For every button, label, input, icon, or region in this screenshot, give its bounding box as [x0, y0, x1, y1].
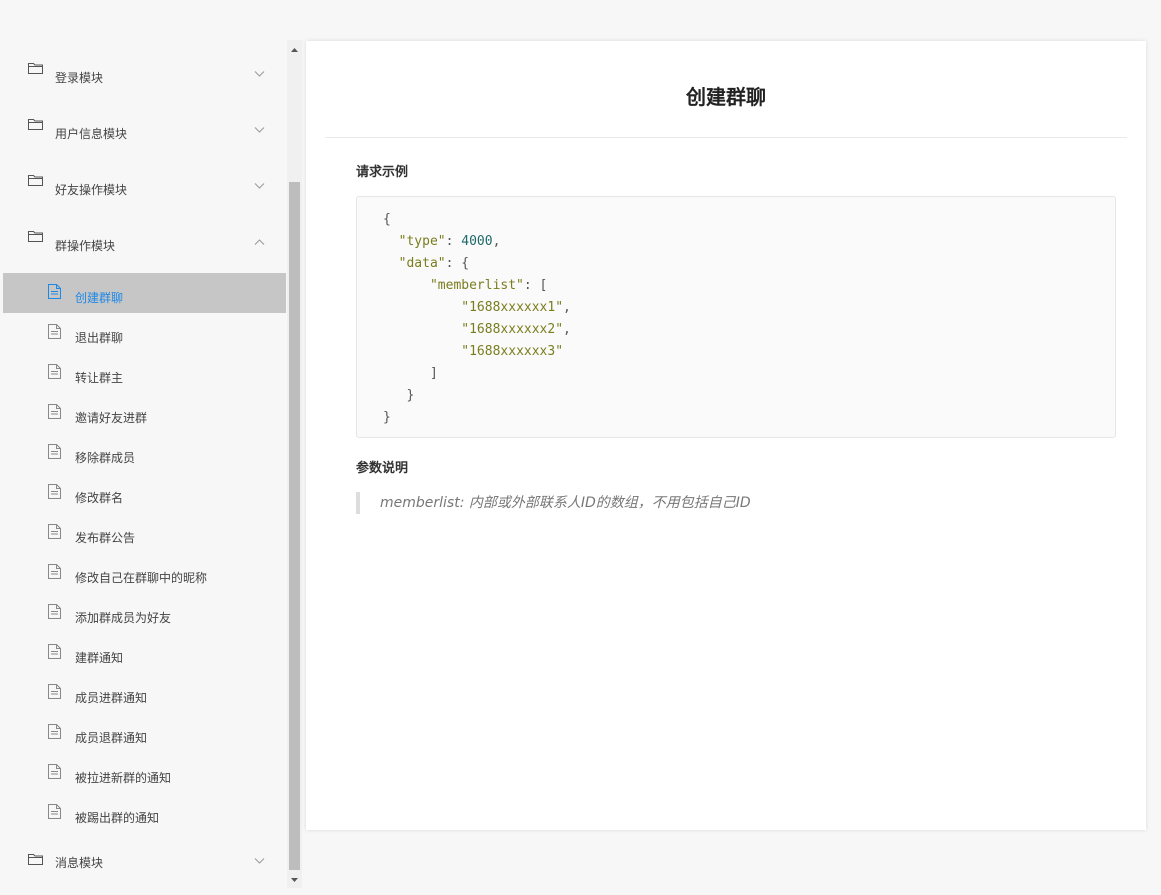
module-user-info[interactable]: 用户信息模块 [0, 96, 286, 152]
code-data-key: "data" [398, 256, 446, 271]
nav-item-create-group[interactable]: 创建群聊 [3, 273, 286, 313]
nav-item-remove-member[interactable]: 移除群成员 [0, 433, 286, 473]
nav-item-label: 成员退群通知 [75, 731, 148, 745]
code-type-key: "type" [398, 234, 446, 249]
document-icon [48, 684, 61, 699]
nav-item-label: 创建群聊 [75, 291, 124, 305]
module-label: 群操作模块 [55, 239, 116, 253]
code-type-value: 4000 [461, 234, 493, 249]
document-icon [48, 764, 61, 779]
code-memberlist-key: "memberlist" [429, 278, 524, 293]
nav-item-label: 建群通知 [75, 651, 124, 665]
chevron-down-icon [254, 183, 265, 189]
nav-item-member-leave-notice[interactable]: 成员退群通知 [0, 713, 286, 753]
nav-item-label: 被拉进新群的通知 [75, 771, 172, 785]
folder-icon [28, 854, 43, 865]
folder-icon [28, 231, 43, 242]
folder-icon [28, 63, 43, 74]
nav-item-label: 转让群主 [75, 371, 124, 385]
scroll-down-arrow-icon[interactable] [287, 872, 302, 888]
nav-item-quit-group[interactable]: 退出群聊 [0, 313, 286, 353]
module-label: 好友操作模块 [55, 183, 128, 197]
content-card: 创建群聊 请求示例 { "type": 4000, "data": { "mem… [306, 41, 1146, 830]
document-icon [48, 524, 61, 539]
document-icon [48, 604, 61, 619]
folder-icon [28, 119, 43, 130]
folder-icon [28, 175, 43, 186]
nav-item-label: 发布群公告 [75, 531, 136, 545]
document-icon [48, 724, 61, 739]
nav-item-post-notice[interactable]: 发布群公告 [0, 513, 286, 553]
code-member-1: "1688xxxxxx1" [461, 300, 564, 315]
nav-item-label: 移除群成员 [75, 451, 136, 465]
document-icon [48, 364, 61, 379]
group-ops-items: 创建群聊 退出群聊 转让群主 邀请好友进群 移除群成员 修改群名 发布群公告 修… [0, 273, 286, 833]
chevron-down-icon [254, 127, 265, 133]
nav-item-member-join-notice[interactable]: 成员进群通知 [0, 673, 286, 713]
module-label: 消息模块 [55, 856, 104, 870]
nav-item-label: 成员进群通知 [75, 691, 148, 705]
nav-item-label: 退出群聊 [75, 331, 124, 345]
nav-item-transfer-owner[interactable]: 转让群主 [0, 353, 286, 393]
divider [325, 137, 1127, 138]
sidebar-scrollbar[interactable] [287, 40, 302, 888]
request-example-heading: 请求示例 [356, 165, 409, 180]
code-member-2: "1688xxxxxx2" [461, 322, 564, 337]
nav-item-label: 邀请好友进群 [75, 411, 148, 425]
document-icon [48, 484, 61, 499]
document-icon [48, 804, 61, 819]
nav-item-group-created-notice[interactable]: 建群通知 [0, 633, 286, 673]
nav-item-label: 添加群成员为好友 [75, 611, 172, 625]
nav-item-pulled-into-group-notice[interactable]: 被拉进新群的通知 [0, 753, 286, 793]
scrollbar-thumb[interactable] [289, 182, 300, 870]
chevron-up-icon [254, 239, 265, 245]
nav-item-label: 修改自己在群聊中的昵称 [75, 571, 208, 585]
chevron-down-icon [254, 858, 265, 864]
sidebar-nav: 登录模块 用户信息模块 好友操作模块 群操作模块 创建群聊 退出群聊 转让群主 … [0, 40, 286, 895]
document-icon [48, 324, 61, 339]
code-block: { "type": 4000, "data": { "memberlist": … [356, 196, 1116, 438]
code-content: { "type": 4000, "data": { "memberlist": … [383, 212, 571, 425]
params-heading: 参数说明 [356, 461, 409, 476]
module-label: 登录模块 [55, 71, 104, 85]
module-label: 用户信息模块 [55, 127, 128, 141]
nav-item-kicked-notice[interactable]: 被踢出群的通知 [0, 793, 286, 833]
chevron-down-icon [254, 71, 265, 77]
nav-item-rename-group[interactable]: 修改群名 [0, 473, 286, 513]
document-icon [48, 444, 61, 459]
nav-item-change-nickname[interactable]: 修改自己在群聊中的昵称 [0, 553, 286, 593]
scroll-up-arrow-icon[interactable] [287, 42, 302, 58]
nav-item-label: 修改群名 [75, 491, 124, 505]
document-icon [48, 644, 61, 659]
module-friend-ops[interactable]: 好友操作模块 [0, 152, 286, 208]
document-icon [48, 564, 61, 579]
nav-item-invite-friend[interactable]: 邀请好友进群 [0, 393, 286, 433]
nav-item-add-member-friend[interactable]: 添加群成员为好友 [0, 593, 286, 633]
module-login[interactable]: 登录模块 [0, 40, 286, 96]
param-note: memberlist: 内部或外部联系人ID的数组，不用包括自己ID [356, 492, 751, 514]
module-group-ops[interactable]: 群操作模块 [0, 208, 286, 264]
module-message[interactable]: 消息模块 [0, 833, 286, 883]
document-icon [48, 284, 61, 299]
nav-item-label: 被踢出群的通知 [75, 811, 160, 825]
page-title: 创建群聊 [686, 85, 766, 109]
document-icon [48, 404, 61, 419]
code-member-3: "1688xxxxxx3" [461, 344, 564, 359]
